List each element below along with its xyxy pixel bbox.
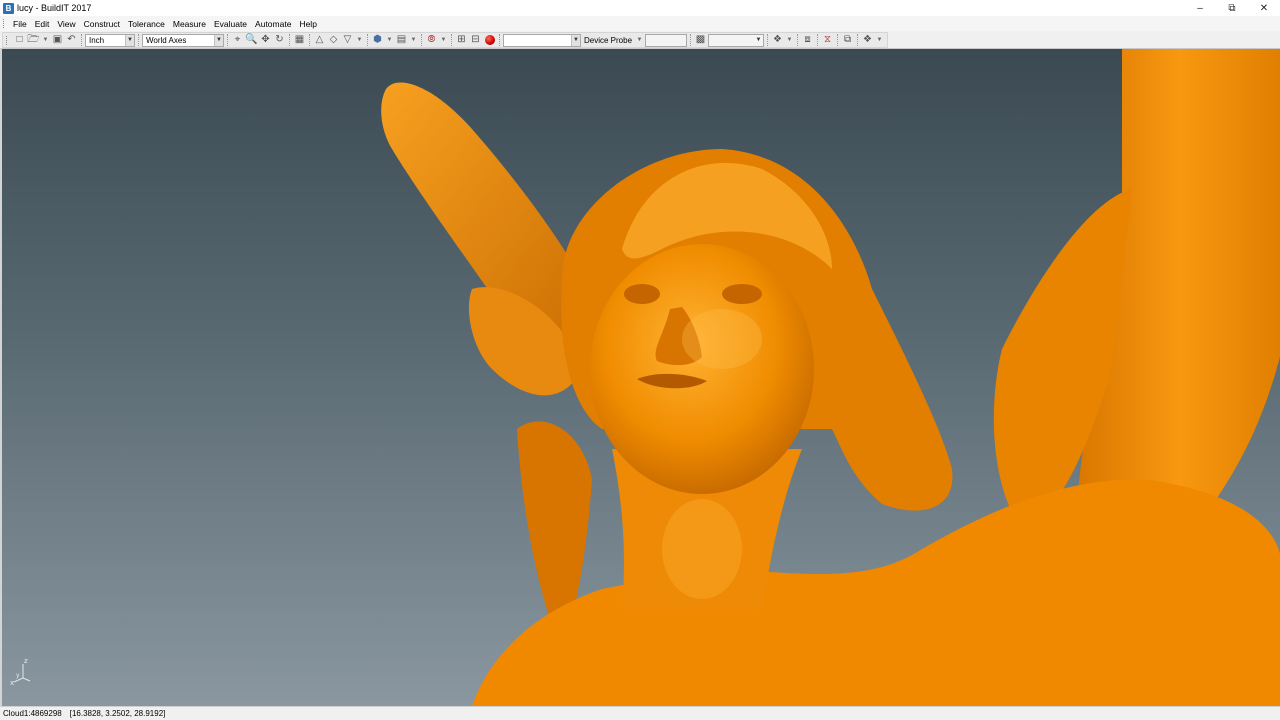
toolbar-separator xyxy=(421,34,422,46)
chevron-down-icon[interactable]: ▼ xyxy=(571,34,580,46)
axis-x-label: x xyxy=(10,679,14,686)
menu-measure[interactable]: Measure xyxy=(169,19,210,29)
units-value: Inch xyxy=(89,35,105,45)
layers-dropdown-icon[interactable]: ▼ xyxy=(409,34,418,47)
hide-icon[interactable]: ⦾ xyxy=(425,34,438,47)
view-top-icon[interactable]: ▽ xyxy=(341,34,354,47)
axis-z-label: z xyxy=(24,657,28,665)
view-dropdown-icon[interactable]: ▼ xyxy=(355,34,364,47)
point-cloud-model[interactable] xyxy=(2,49,1280,706)
toolbar-separator xyxy=(837,34,839,46)
main-toolbar-strip: □ 🗁 ▼ ▣ ↶ Inch ▼ World Axes ▼ ⌖ 🔍 ✥ ↻ ▦ … xyxy=(2,32,888,48)
axis-triad: z x y xyxy=(10,654,36,686)
coord-system-value: World Axes xyxy=(146,35,187,45)
undo-icon[interactable]: ↶ xyxy=(65,34,78,47)
toolbar-separator xyxy=(451,34,452,46)
menu-grip[interactable] xyxy=(3,19,5,28)
toolbar: □ 🗁 ▼ ▣ ↶ Inch ▼ World Axes ▼ ⌖ 🔍 ✥ ↻ ▦ … xyxy=(0,31,1280,49)
menu-help[interactable]: Help xyxy=(295,19,320,29)
hide-dropdown-icon[interactable]: ▼ xyxy=(439,34,448,47)
report-icon[interactable]: ⧉ xyxy=(841,34,854,47)
record-icon[interactable] xyxy=(483,34,496,47)
toolbar-separator xyxy=(309,34,310,46)
toolbar-separator xyxy=(767,34,769,46)
device-select[interactable]: ▼ xyxy=(503,33,581,47)
view-iso-icon[interactable]: ◇ xyxy=(327,34,340,47)
cloud-status: Cloud1:4869298 xyxy=(3,709,62,718)
toolbar-separator xyxy=(138,34,139,46)
zoom-fit-icon[interactable]: ⌖ xyxy=(231,34,244,47)
align-dropdown-icon[interactable]: ▼ xyxy=(785,34,794,47)
title-bar: B lucy - BuildIT 2017 – ⧉ ✕ xyxy=(0,0,1280,16)
menu-automate[interactable]: Automate xyxy=(251,19,295,29)
app-icon: B xyxy=(3,2,14,14)
select-icon[interactable]: ▦ xyxy=(293,34,306,47)
toolbar-separator xyxy=(857,34,859,46)
shading-dropdown-icon[interactable]: ▼ xyxy=(385,34,394,47)
menu-edit[interactable]: Edit xyxy=(31,19,54,29)
close-button[interactable]: ✕ xyxy=(1248,0,1280,16)
fit-icon[interactable]: ⧈ xyxy=(801,34,814,47)
status-bar: Cloud1:4869298 [16.3828, 3.2502, 28.9192… xyxy=(0,706,1280,720)
align-icon[interactable]: ❖ xyxy=(771,34,784,47)
coord-system-select[interactable]: World Axes ▼ xyxy=(142,33,224,47)
pan-icon[interactable]: ✥ xyxy=(259,34,272,47)
chevron-down-icon[interactable]: ▼ xyxy=(214,34,223,46)
probe-tool-icon[interactable]: ▩ xyxy=(694,34,707,47)
toolbar-separator xyxy=(81,34,82,46)
toolbar-separator xyxy=(817,34,819,46)
automate-icon[interactable]: ❖ xyxy=(861,34,874,47)
device-connect-icon[interactable]: ⊞ xyxy=(455,34,468,47)
compare-icon[interactable]: ⧖ xyxy=(821,34,834,47)
probe-field[interactable] xyxy=(645,33,688,47)
left-eye-shape xyxy=(624,284,660,304)
open-dropdown-icon[interactable]: ▼ xyxy=(41,34,50,47)
toolbar-separator xyxy=(289,34,290,46)
torso-shape xyxy=(472,479,1280,706)
chevron-down-icon[interactable]: ▼ xyxy=(125,34,134,46)
layers-icon[interactable]: ▤ xyxy=(395,34,408,47)
window-title: lucy - BuildIT 2017 xyxy=(17,3,92,13)
device-settings-icon[interactable]: ⊟ xyxy=(469,34,482,47)
cursor-coordinates: [16.3828, 3.2502, 28.9192] xyxy=(69,709,166,718)
zoom-window-icon[interactable]: 🔍 xyxy=(245,34,258,47)
device-probe-label: Device Probe xyxy=(584,35,633,45)
new-file-icon[interactable]: □ xyxy=(13,34,26,47)
units-select[interactable]: Inch ▼ xyxy=(85,33,135,47)
menu-tolerance[interactable]: Tolerance xyxy=(124,19,169,29)
right-eye-shape xyxy=(722,284,762,304)
probe-dropdown-icon[interactable]: ▼ xyxy=(635,34,644,47)
menu-construct[interactable]: Construct xyxy=(80,19,124,29)
3d-viewport[interactable]: z x y xyxy=(0,49,1280,706)
tool-select[interactable]: ▼ xyxy=(708,33,765,47)
menu-bar: File Edit View Construct Tolerance Measu… xyxy=(0,16,1280,31)
toolbar-grip[interactable] xyxy=(6,35,8,45)
rotate-icon[interactable]: ↻ xyxy=(273,34,286,47)
toolbar-separator xyxy=(690,34,692,46)
shaded-cube-icon[interactable]: ⬢ xyxy=(371,34,384,47)
automate-dropdown-icon[interactable]: ▼ xyxy=(875,34,884,47)
toolbar-separator xyxy=(797,34,799,46)
chevron-down-icon[interactable]: ▼ xyxy=(754,35,763,46)
open-folder-icon[interactable]: 🗁 xyxy=(27,34,40,47)
minimize-button[interactable]: – xyxy=(1184,0,1216,16)
neck-highlight-shape xyxy=(662,499,742,599)
axis-y-label: y xyxy=(16,672,20,679)
face-shape xyxy=(590,244,814,494)
view-front-icon[interactable]: △ xyxy=(313,34,326,47)
menu-evaluate[interactable]: Evaluate xyxy=(210,19,251,29)
restore-button[interactable]: ⧉ xyxy=(1216,0,1248,16)
cheek-highlight-shape xyxy=(682,309,762,369)
save-icon[interactable]: ▣ xyxy=(51,34,64,47)
toolbar-separator xyxy=(367,34,368,46)
menu-view[interactable]: View xyxy=(53,19,79,29)
menu-file[interactable]: File xyxy=(9,19,31,29)
toolbar-separator xyxy=(499,34,500,46)
toolbar-separator xyxy=(227,34,228,46)
